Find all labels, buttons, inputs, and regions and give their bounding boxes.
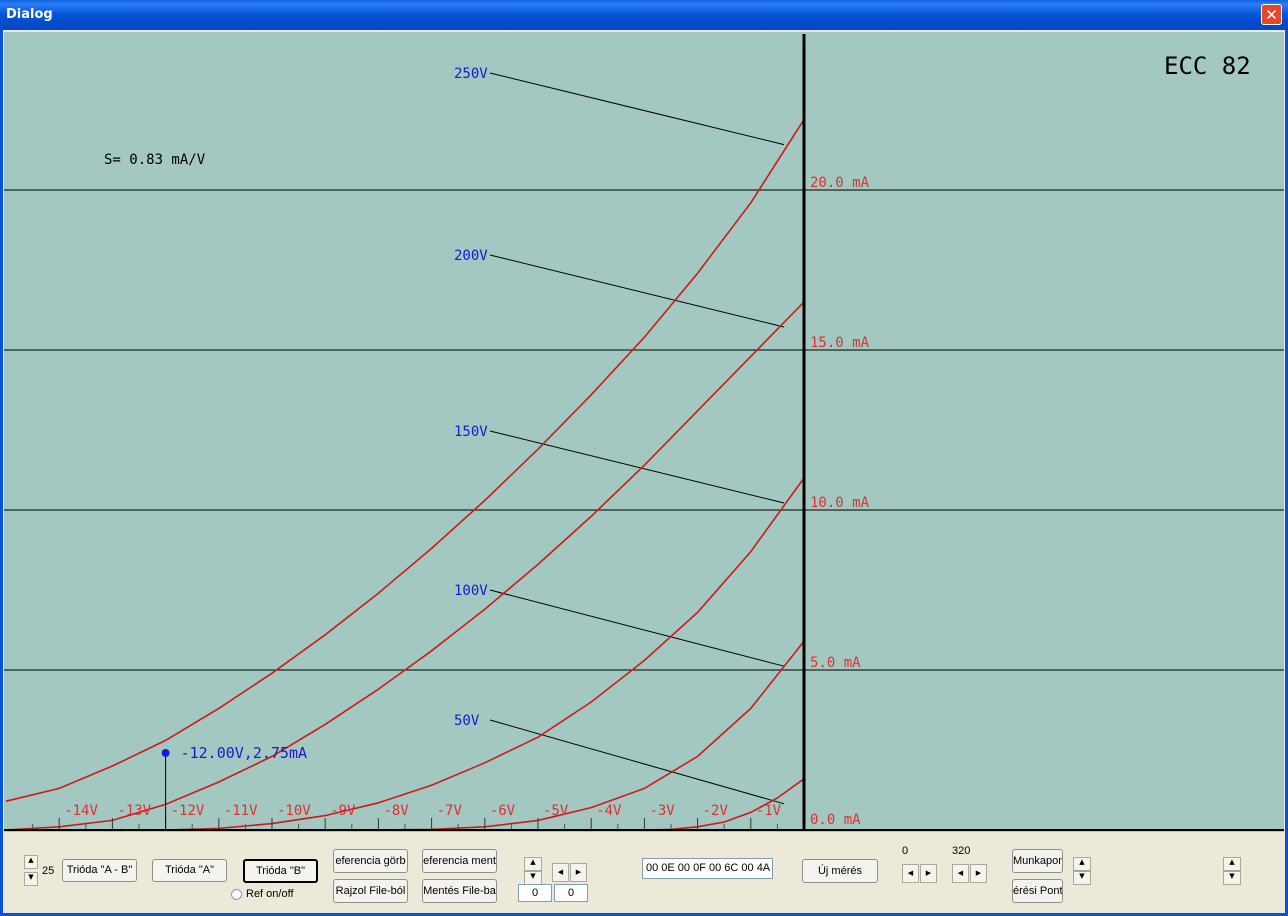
tube-characteristic-chart: 20.0 mA 15.0 mA 10.0 mA 5.0 mA 0.0 mA -14V -13… xyxy=(4,34,1284,831)
x-tick-label: -12V xyxy=(171,803,205,819)
value-field-b[interactable]: 0 xyxy=(554,884,588,902)
operating-point-button[interactable]: Munkapon xyxy=(1012,849,1063,873)
x-tick-label: -14V xyxy=(64,803,98,819)
high-scroll-left[interactable]: ◀ xyxy=(952,864,969,883)
ref-radio[interactable] xyxy=(231,889,242,900)
low-scroll-right[interactable]: ▶ xyxy=(920,864,937,883)
series-label: 200V xyxy=(454,248,488,264)
x-tick-label: -7V xyxy=(437,803,463,819)
ref-curve-button[interactable]: eferencia görb xyxy=(333,849,408,873)
far-right-spin-up[interactable]: ▲ xyxy=(1223,857,1241,871)
series-leader-line xyxy=(489,589,785,667)
x-tick-label: -5V xyxy=(543,803,569,819)
title-bar: Dialog ✕ xyxy=(0,0,1288,30)
y-tick-label: 5.0 mA xyxy=(810,655,861,671)
right-spin-down[interactable]: ▼ xyxy=(1073,871,1091,885)
ref-radio-label: Ref on/off xyxy=(246,888,294,900)
counter-up[interactable]: ▲ xyxy=(24,855,38,869)
right-spin-up[interactable]: ▲ xyxy=(1073,857,1091,871)
cursor-label: -12.00V,2.75mA xyxy=(181,744,307,762)
high-scroll-right[interactable]: ▶ xyxy=(970,864,987,883)
x-tick-label: -4V xyxy=(596,803,622,819)
window-title: Dialog xyxy=(6,7,53,22)
save-to-file-button[interactable]: Mentés File-ba xyxy=(422,879,497,903)
curve-150V xyxy=(165,477,805,831)
x-tick-label: -9V xyxy=(330,803,356,819)
series-leader-line xyxy=(489,430,785,504)
plot-area[interactable]: 20.0 mA 15.0 mA 10.0 mA 5.0 mA 0.0 mA -14V -13… xyxy=(4,32,1284,832)
new-measurement-button[interactable]: Új mérés xyxy=(802,859,878,883)
x-tick-label: -11V xyxy=(224,803,258,819)
mid-spin-up[interactable]: ▲ xyxy=(524,857,542,871)
hex-data-field[interactable]: 00 0E 00 0F 00 6C 00 4A xyxy=(642,858,773,879)
ref-save-button[interactable]: eferencia ment xyxy=(422,849,497,873)
y-tick-label: 0.0 mA xyxy=(810,812,861,828)
mid-spin-down[interactable]: ▼ xyxy=(524,871,542,885)
measurement-point-button[interactable]: érési Pont xyxy=(1012,879,1063,903)
counter-value: 25 xyxy=(42,865,55,877)
series-label: 50V xyxy=(454,713,480,729)
y-tick-label: 20.0 mA xyxy=(810,175,870,191)
draw-from-file-button[interactable]: Rajzol File-ból xyxy=(333,879,408,903)
y-tick-label: 15.0 mA xyxy=(810,335,870,351)
x-tick-label: -8V xyxy=(383,803,409,819)
series-label: 100V xyxy=(454,583,488,599)
x-tick-label: -3V xyxy=(649,803,675,819)
curve-200V xyxy=(5,301,805,831)
x-tick-label: -2V xyxy=(703,803,729,819)
curve-250V xyxy=(5,119,805,802)
mid-scroll-left[interactable]: ◀ xyxy=(552,863,569,882)
trioda-a-button[interactable]: Trióda "A" xyxy=(152,859,227,882)
value-field-a[interactable]: 0 xyxy=(518,884,552,902)
trioda-b-button[interactable]: Trióda "B" xyxy=(243,859,318,883)
x-tick-label: -13V xyxy=(117,803,151,819)
far-right-spin-down[interactable]: ▼ xyxy=(1223,871,1241,885)
chart-title: ECC 82 xyxy=(1164,52,1251,80)
low-scroll-left[interactable]: ◀ xyxy=(902,864,919,883)
series-leader-line xyxy=(489,72,785,146)
x-tick-label: -10V xyxy=(277,803,311,819)
trioda-ab-button[interactable]: Trióda "A - B" xyxy=(62,859,137,882)
mid-scroll-right[interactable]: ▶ xyxy=(570,863,587,882)
counter-down[interactable]: ▼ xyxy=(24,872,38,886)
x-tick-label: -1V xyxy=(756,803,782,819)
close-button[interactable]: ✕ xyxy=(1261,4,1282,25)
cursor-point xyxy=(161,749,170,757)
x-tick-label: -6V xyxy=(490,803,516,819)
y-tick-label: 10.0 mA xyxy=(810,495,870,511)
series-leader-line xyxy=(489,254,785,328)
transconductance-label: S= 0.83 mA/V xyxy=(104,152,206,168)
series-label: 150V xyxy=(454,424,488,440)
range-low-label: 0 xyxy=(902,845,909,857)
range-high-label: 320 xyxy=(952,845,971,857)
series-label: 250V xyxy=(454,66,488,82)
